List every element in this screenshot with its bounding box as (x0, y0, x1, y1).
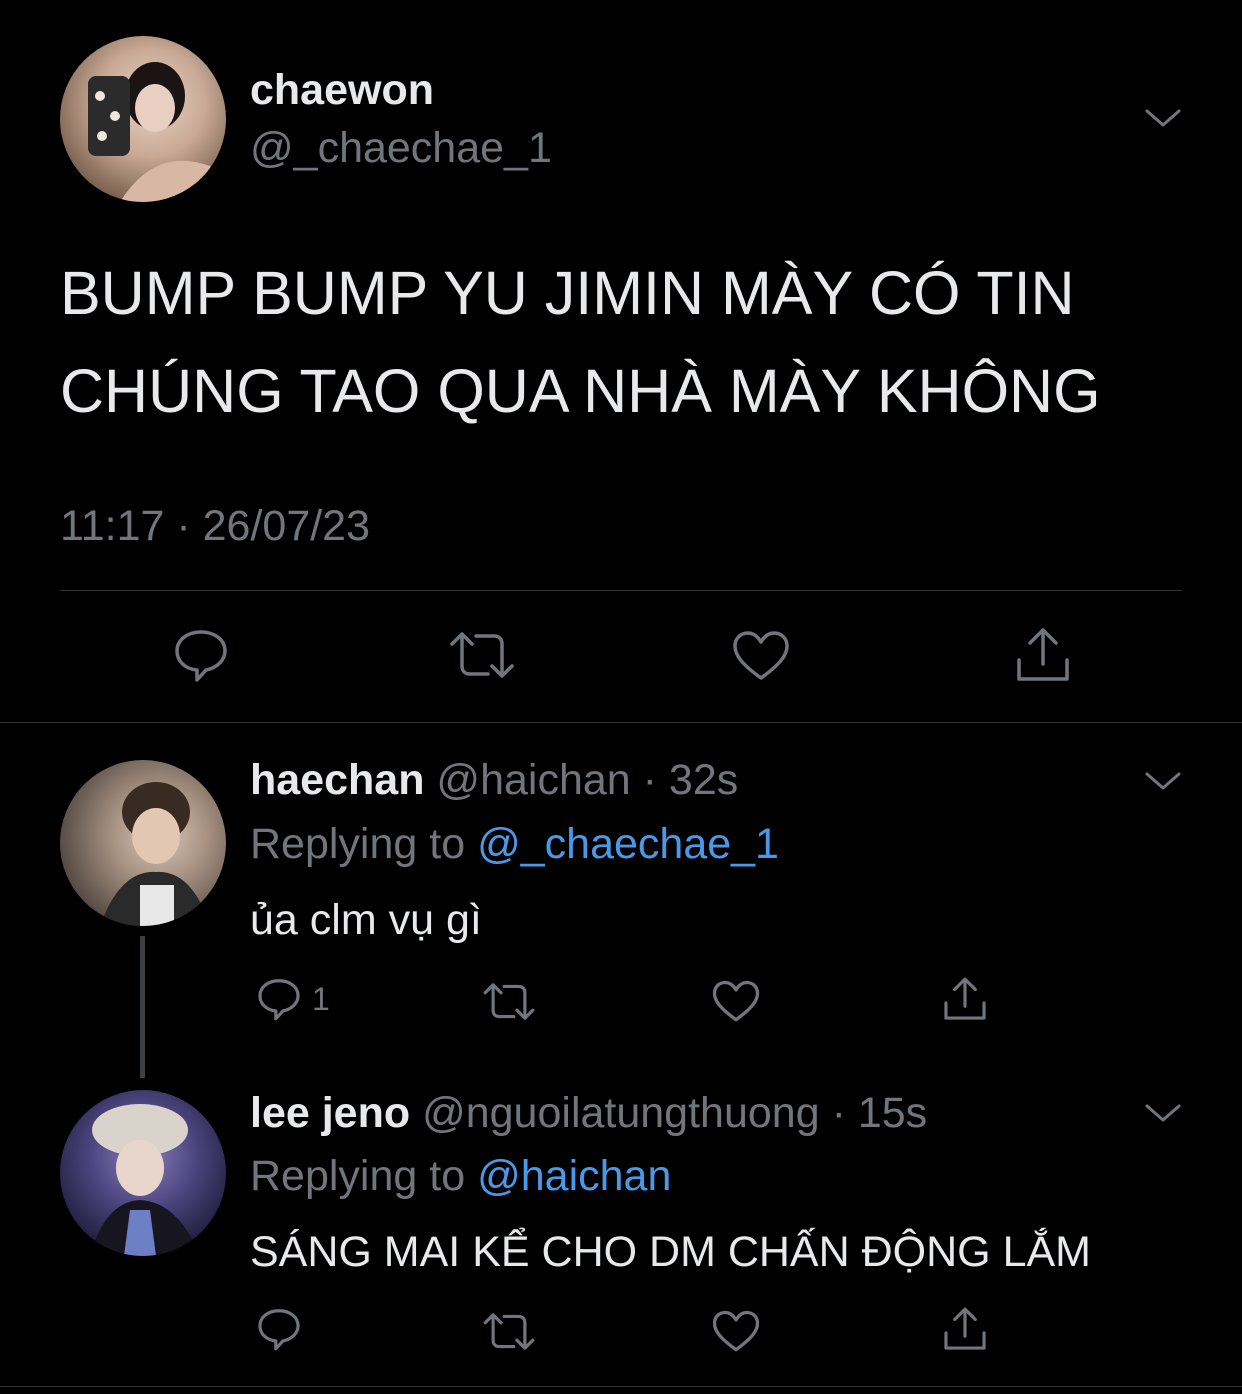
retweet-arrows-icon (483, 983, 535, 1020)
tweet-timestamp[interactable]: 11:17 · 26/07/23 (60, 502, 370, 551)
heart-icon (712, 1310, 760, 1352)
tweet-text-line-2: CHÚNG TAO QUA NHÀ MÀY KHÔNG (60, 357, 1101, 425)
display-name[interactable]: chaewon (250, 66, 434, 115)
reply-button[interactable]: 1 (256, 976, 330, 1022)
bottom-divider (0, 1386, 1242, 1387)
replying-mention[interactable]: @_chaechae_1 (477, 820, 779, 868)
like-button[interactable] (732, 630, 790, 682)
share-button[interactable] (942, 1306, 988, 1352)
reply-count: 1 (312, 980, 330, 1017)
avatar-chaewon[interactable] (60, 36, 226, 202)
reply-header: haechan @haichan · 32s (250, 756, 738, 805)
reply-button[interactable] (172, 626, 230, 684)
reply-time: · 15s (831, 1089, 928, 1137)
section-divider (0, 722, 1242, 723)
retweet-button[interactable] (482, 1310, 536, 1353)
speech-bubble-icon (175, 630, 227, 682)
reply-text: SÁNG MAI KỂ CHO DM CHẤN ĐỘNG LẮM (250, 1228, 1091, 1276)
reply-button[interactable] (256, 1306, 302, 1352)
heart-icon (733, 631, 789, 680)
retweet-arrows-icon (450, 632, 514, 678)
handle[interactable]: @_chaechae_1 (250, 124, 552, 173)
share-upload-icon (1017, 628, 1069, 681)
replying-label: Replying to (250, 820, 466, 868)
share-upload-icon (944, 977, 986, 1020)
avatar-lee-jeno[interactable] (60, 1090, 226, 1256)
replying-label: Replying to (250, 1152, 466, 1200)
chevron-down-icon[interactable] (1144, 1101, 1182, 1125)
retweet-button[interactable] (448, 628, 516, 682)
retweet-button[interactable] (482, 980, 536, 1023)
replying-mention[interactable]: @haichan (477, 1152, 671, 1200)
chevron-down-icon[interactable] (1144, 106, 1182, 130)
handle[interactable]: @haichan (436, 756, 630, 804)
display-name[interactable]: haechan (250, 756, 424, 804)
like-button[interactable] (712, 980, 760, 1023)
avatar-haechan[interactable] (60, 760, 226, 926)
handle[interactable]: @nguoilatungthuong (422, 1089, 820, 1137)
like-button[interactable] (712, 1310, 760, 1353)
reply-text: ủa clm vụ gì (250, 896, 482, 944)
share-button[interactable] (942, 976, 988, 1022)
divider (60, 590, 1182, 591)
share-button[interactable] (1014, 626, 1072, 684)
display-name[interactable]: lee jeno (250, 1089, 410, 1137)
share-upload-icon (944, 1307, 986, 1350)
reply-header: lee jeno @nguoilatungthuong · 15s (250, 1089, 927, 1138)
replying-to: Replying to @_chaechae_1 (250, 820, 779, 869)
speech-bubble-icon (258, 979, 300, 1021)
replying-to: Replying to @haichan (250, 1152, 671, 1201)
heart-icon (712, 980, 760, 1022)
speech-bubble-icon (258, 1309, 300, 1351)
reply-time: · 32s (642, 756, 739, 804)
tweet-text-line-1: BUMP BUMP YU JIMIN MÀY CÓ TIN (60, 259, 1075, 327)
retweet-arrows-icon (483, 1313, 535, 1350)
thread-line (140, 936, 145, 1078)
chevron-down-icon[interactable] (1144, 769, 1182, 793)
